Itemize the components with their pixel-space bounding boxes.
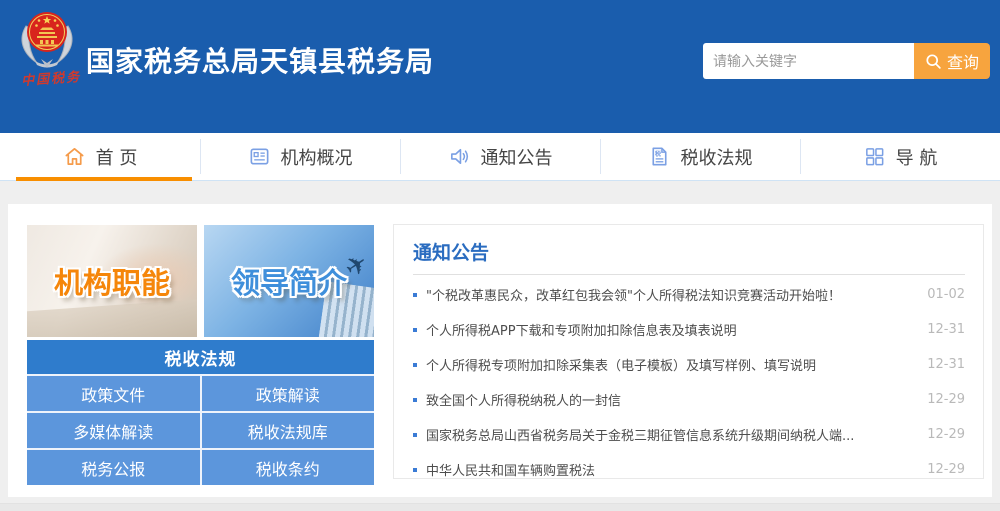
notice-item[interactable]: 致全国个人所得税纳税人的一封信 12-29 — [413, 382, 965, 417]
law-link-tax-law-library[interactable]: 税收法规库 — [201, 413, 374, 448]
document-icon — [250, 148, 268, 165]
bullet-icon — [413, 432, 417, 437]
tax-law-box-title: 税收法规 — [27, 340, 374, 374]
tax-emblem-logo: 中国税务 — [16, 6, 86, 90]
tax-emblem-icon — [21, 12, 73, 68]
banner-row: 机构职能 ✈ 领导简介 — [27, 225, 374, 337]
tab-tax-laws[interactable]: 税 税收法规 — [600, 133, 800, 180]
tab-label: 首 页 — [95, 147, 138, 169]
tab-label: 导 航 — [895, 147, 938, 169]
svg-text:税: 税 — [654, 150, 661, 158]
notice-date: 12-31 — [927, 322, 965, 337]
notice-text: "个税改革惠民众，改革红包我会领"个人所得税法知识竞赛活动开始啦！ — [426, 289, 841, 304]
banner-label: 机构职能 — [53, 266, 170, 300]
notice-date: 12-29 — [927, 462, 965, 477]
notice-text: 国家税务总局山西省税务局关于金税三期征管信息系统升级期间纳税人端... — [426, 429, 855, 444]
footer-strip — [0, 503, 1000, 511]
tab-label: 机构概况 — [280, 147, 353, 169]
notice-item[interactable]: 个人所得税APP下载和专项附加扣除信息表及填表说明 12-31 — [413, 312, 965, 347]
notice-item[interactable]: "个税改革惠民众，改革红包我会领"个人所得税法知识竞赛活动开始啦！ 01-02 — [413, 277, 965, 312]
notice-item[interactable]: 国家税务总局山西省税务局关于金税三期征管信息系统升级期间纳税人端... 12-2… — [413, 417, 965, 452]
law-link-policy-interpretation[interactable]: 政策解读 — [201, 376, 374, 411]
notices-title: 通知公告 — [413, 242, 490, 264]
search-input[interactable] — [703, 43, 914, 79]
notice-text: 个人所得税专项附加扣除采集表（电子模板）及填写样例、填写说明 — [426, 359, 817, 374]
bullet-icon — [413, 397, 417, 402]
notice-text: 中华人民共和国车辆购置税法 — [426, 464, 596, 479]
law-link-policy-documents[interactable]: 政策文件 — [27, 376, 200, 411]
law-link-multimedia-interpretation[interactable]: 多媒体解读 — [27, 413, 200, 448]
search-button-label: 查询 — [946, 53, 979, 72]
notices-divider — [413, 274, 965, 275]
banner-agency-functions[interactable]: 机构职能 — [27, 225, 197, 337]
tab-notices[interactable]: 通知公告 — [400, 133, 600, 180]
tab-agency-overview[interactable]: 机构概况 — [200, 133, 400, 180]
tab-label: 税收法规 — [680, 147, 753, 169]
speaker-icon — [450, 148, 468, 165]
notice-item[interactable]: 个人所得税专项附加扣除采集表（电子模板）及填写样例、填写说明 12-31 — [413, 347, 965, 382]
tax-document-icon: 税 — [651, 147, 667, 166]
bullet-icon — [413, 362, 417, 367]
tab-navigation[interactable]: 导 航 — [800, 133, 1000, 180]
search-button[interactable]: 查询 — [914, 43, 990, 79]
main-nav: 首 页 机构概况 通知公告 税 税收法规 导 航 — [0, 133, 1000, 181]
tax-law-box: 税收法规 政策文件 政策解读 多媒体解读 税收法规库 税务公报 税收条约 — [27, 340, 374, 485]
notice-text: 致全国个人所得税纳税人的一封信 — [426, 394, 622, 409]
law-link-tax-gazette[interactable]: 税务公报 — [27, 450, 200, 485]
site-header: 中国税务 国家税务总局天镇县税务局 查询 — [0, 0, 1000, 133]
logo-caption: 中国税务 — [20, 69, 82, 90]
notices-list: "个税改革惠民众，改革红包我会领"个人所得税法知识竞赛活动开始啦！ 01-02 … — [413, 277, 965, 487]
tab-home[interactable]: 首 页 — [0, 133, 200, 181]
notice-date: 12-29 — [927, 427, 965, 442]
tax-law-grid: 政策文件 政策解读 多媒体解读 税收法规库 税务公报 税收条约 — [27, 374, 374, 485]
notice-date: 01-02 — [927, 287, 965, 302]
bullet-icon — [413, 327, 417, 332]
search-icon — [926, 53, 941, 69]
notice-text: 个人所得税APP下载和专项附加扣除信息表及填表说明 — [426, 324, 737, 339]
bullet-icon — [413, 292, 417, 297]
bullet-icon — [413, 467, 417, 472]
site-title: 国家税务总局天镇县税务局 — [86, 45, 435, 78]
tab-label: 通知公告 — [480, 147, 553, 169]
banner-leadership-profile[interactable]: ✈ 领导简介 — [204, 225, 374, 337]
law-link-tax-treaties[interactable]: 税收条约 — [201, 450, 374, 485]
search-bar: 查询 — [703, 43, 990, 79]
notice-date: 12-29 — [927, 392, 965, 407]
home-icon — [65, 147, 84, 166]
notice-item[interactable]: 中华人民共和国车辆购置税法 12-29 — [413, 452, 965, 487]
notice-date: 12-31 — [927, 357, 965, 372]
grid-icon — [865, 148, 884, 166]
page: 中国税务 国家税务总局天镇县税务局 查询 首 页 — [0, 0, 1000, 511]
banner-label: 领导简介 — [230, 266, 347, 300]
notices-panel: 通知公告 "个税改革惠民众，改革红包我会领"个人所得税法知识竞赛活动开始啦！ 0… — [393, 224, 984, 479]
